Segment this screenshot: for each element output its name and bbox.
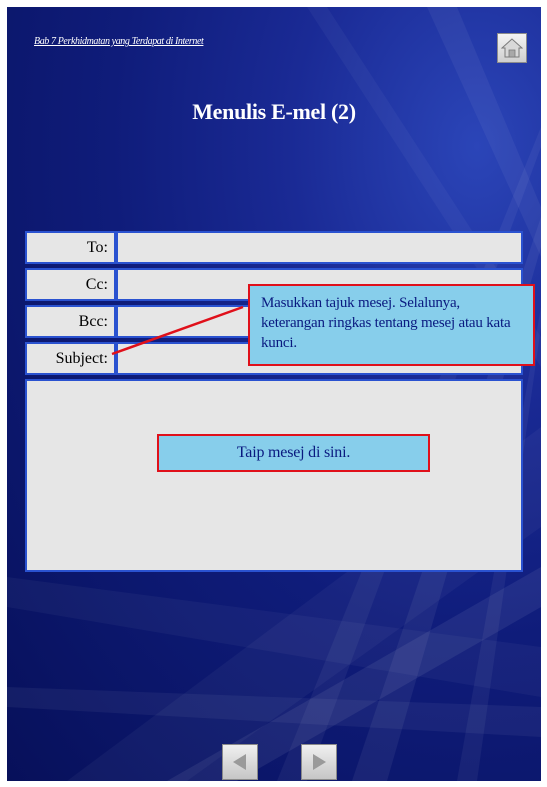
to-field[interactable] <box>116 231 523 264</box>
subject-hint-callout: Masukkan tajuk mesej. Selalunya, keteran… <box>248 284 535 366</box>
body-hint-text: Taip mesej di sini. <box>236 444 351 461</box>
message-body-field[interactable] <box>25 379 523 572</box>
next-arrow-icon <box>313 754 326 770</box>
cc-label: Cc: <box>25 268 116 301</box>
home-button[interactable] <box>497 33 527 63</box>
previous-button[interactable] <box>222 744 258 780</box>
bcc-label: Bcc: <box>25 305 116 338</box>
subject-hint-text: Masukkan tajuk mesej. Selalunya, keteran… <box>261 295 511 351</box>
body-hint-callout: Taip mesej di sini. <box>157 434 430 472</box>
slide: Bab 7 Perkhidmatan yang Terdapat di Inte… <box>7 7 541 781</box>
to-label: To: <box>25 231 116 264</box>
chapter-link[interactable]: Bab 7 Perkhidmatan yang Terdapat di Inte… <box>34 36 204 47</box>
home-icon <box>501 38 523 58</box>
next-button[interactable] <box>301 744 337 780</box>
slide-title: Menulis E-mel (2) <box>192 99 356 124</box>
previous-arrow-icon <box>233 754 246 770</box>
subject-label: Subject: <box>25 342 116 375</box>
